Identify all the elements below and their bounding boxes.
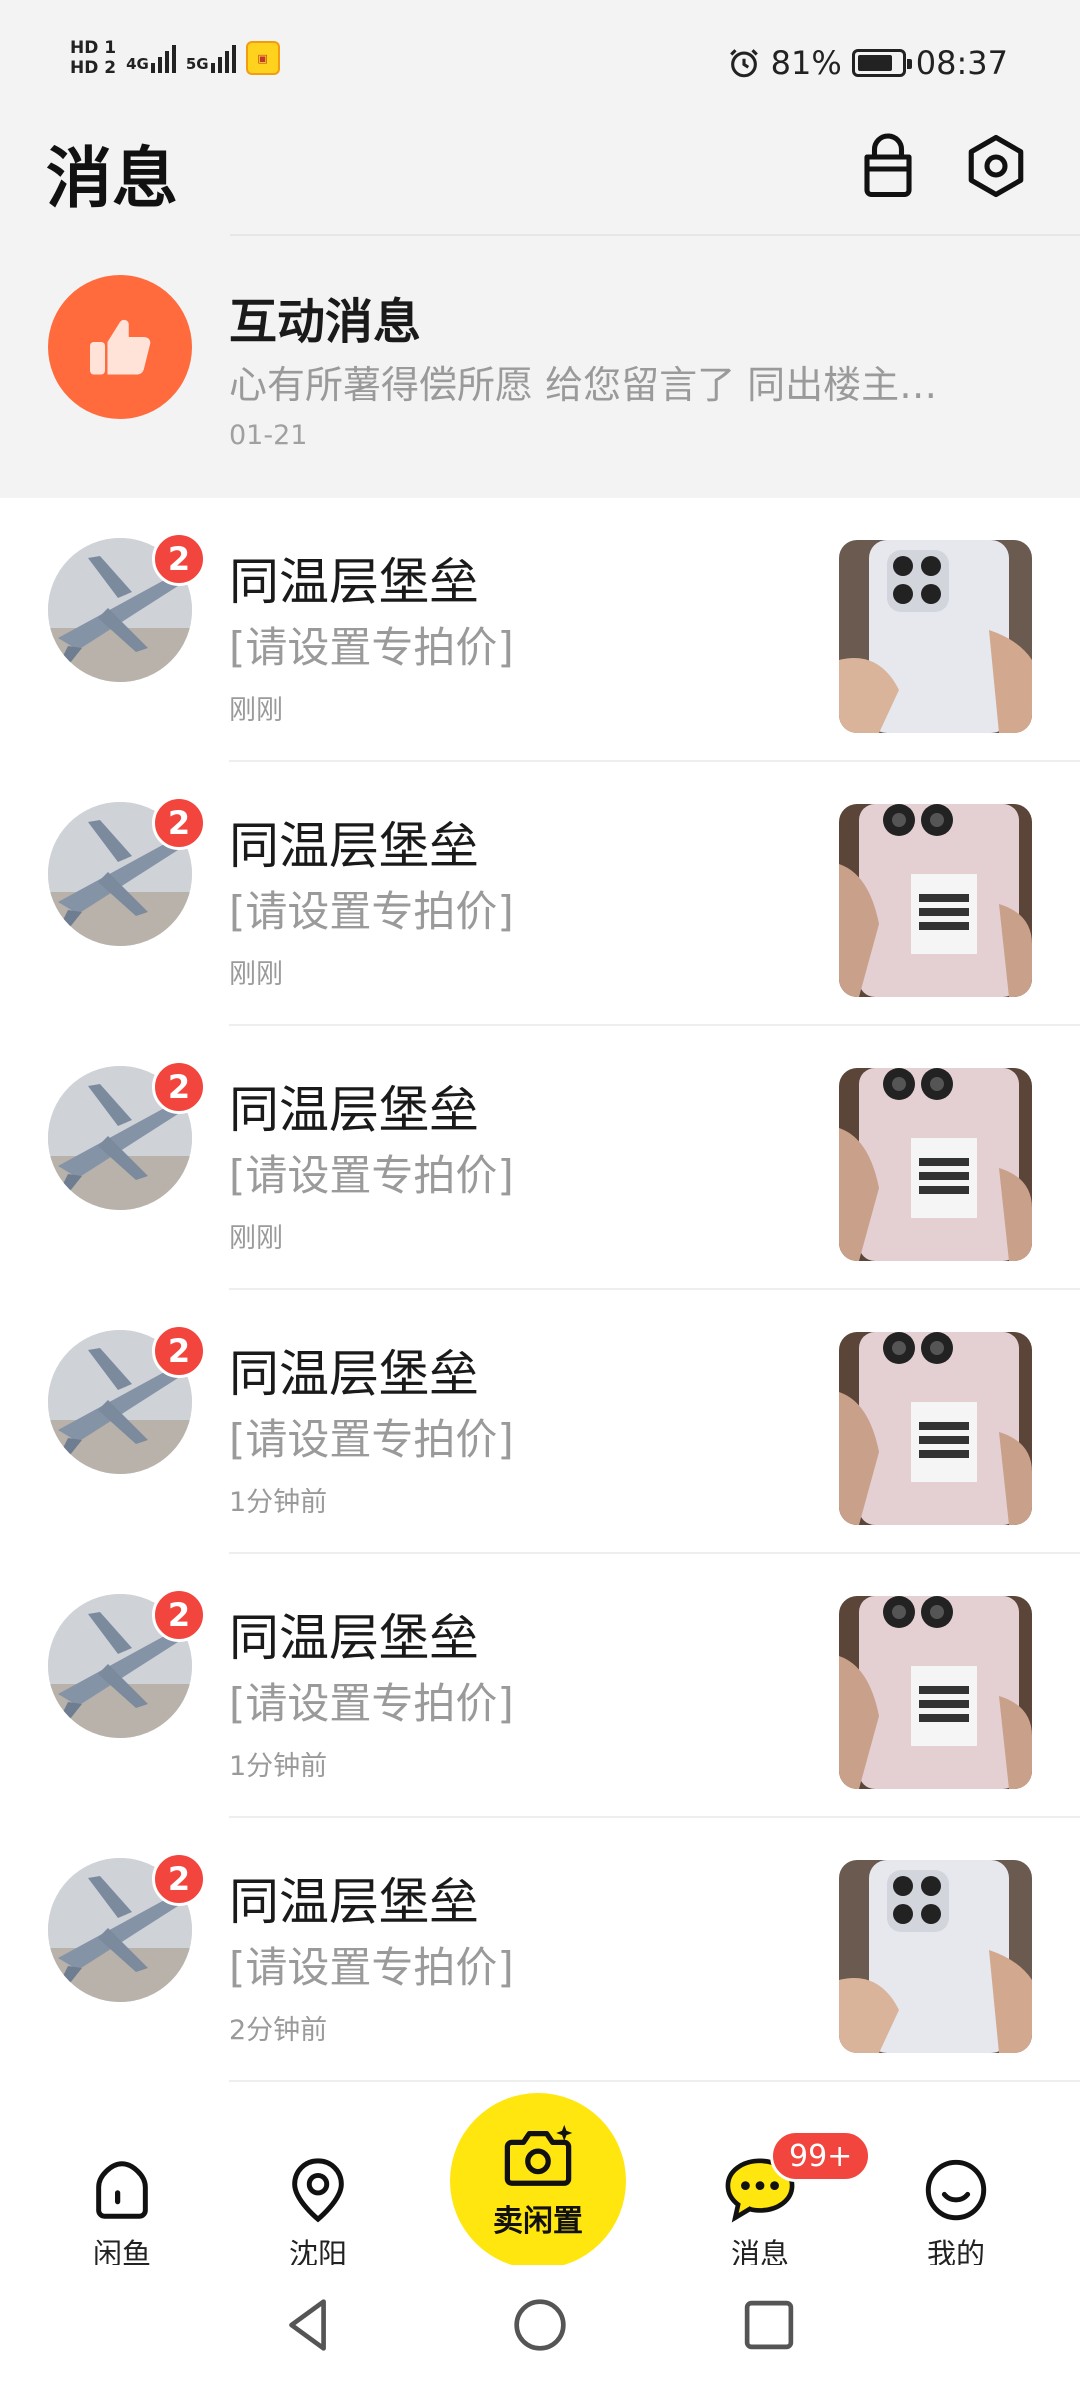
product-thumbnail[interactable] bbox=[839, 1596, 1032, 1789]
chat-row[interactable]: 2 同温层堡垒 [请设置专拍价] 1分钟前 bbox=[0, 1290, 1080, 1554]
battery-percent: 81% bbox=[770, 44, 842, 82]
hd1-label: HD 1 bbox=[70, 38, 117, 58]
product-thumbnail[interactable] bbox=[839, 1068, 1032, 1261]
chat-message: [请设置专拍价] bbox=[229, 623, 514, 672]
net2-label: 5G bbox=[185, 55, 209, 73]
chat-message: [请设置专拍价] bbox=[229, 1943, 514, 1992]
page-title: 消息 bbox=[46, 140, 178, 217]
chat-name: 同温层堡垒 bbox=[229, 1081, 479, 1139]
interaction-title: 互动消息 bbox=[229, 294, 422, 350]
nav-home[interactable]: 闲鱼 bbox=[62, 2155, 182, 2273]
unread-badge: 2 bbox=[152, 1324, 206, 1378]
chat-row[interactable]: 2 同温层堡垒 [请设置专拍价] 刚刚 bbox=[0, 762, 1080, 1026]
thumbs-up-avatar bbox=[48, 275, 192, 419]
unread-badge: 2 bbox=[152, 1852, 206, 1906]
chat-name: 同温层堡垒 bbox=[229, 1609, 479, 1667]
chat-row[interactable]: 2 同温层堡垒 [请设置专拍价] 2分钟前 bbox=[0, 1818, 1080, 2082]
row-divider bbox=[229, 2080, 1080, 2082]
interaction-date: 01-21 bbox=[229, 420, 308, 451]
recents-icon[interactable] bbox=[734, 2290, 804, 2360]
settings-icon[interactable] bbox=[960, 130, 1032, 202]
thumbs-up-icon bbox=[90, 319, 151, 375]
battery-icon bbox=[851, 49, 912, 77]
app-notification-icon: ▣ bbox=[245, 41, 280, 75]
status-left: HD 1 HD 2 4G 5G ▣ bbox=[70, 38, 280, 78]
chat-time: 刚刚 bbox=[229, 1223, 283, 1254]
chat-message: [请设置专拍价] bbox=[229, 1679, 514, 1728]
nav-mine[interactable]: 我的 bbox=[896, 2155, 1016, 2273]
unread-badge: 2 bbox=[152, 532, 206, 586]
net1-label: 4G bbox=[126, 55, 149, 73]
chat-time: 1分钟前 bbox=[229, 1751, 328, 1782]
page-header: 消息 bbox=[0, 120, 1080, 235]
chat-message: [请设置专拍价] bbox=[229, 887, 514, 936]
nav-city[interactable]: 沈阳 bbox=[258, 2155, 378, 2273]
interaction-messages-row[interactable]: 互动消息 心有所薯得偿所愿 给您留言了 同出楼主… 01-21 bbox=[0, 236, 1080, 498]
clock: 08:37 bbox=[915, 44, 1008, 82]
chat-name: 同温层堡垒 bbox=[229, 553, 479, 611]
chat-list: 2 同温层堡垒 [请设置专拍价] 刚刚 2 同温层堡垒 [请设置专拍价] 刚刚 bbox=[0, 498, 1080, 2082]
product-phone-pink-image bbox=[839, 1332, 1032, 1525]
signal-4g: 4G bbox=[126, 43, 176, 73]
chat-row[interactable]: 2 同温层堡垒 [请设置专拍价] 刚刚 bbox=[0, 498, 1080, 762]
alarm-icon bbox=[729, 49, 758, 78]
product-phone-pink-image bbox=[839, 804, 1032, 997]
chat-time: 刚刚 bbox=[229, 959, 283, 990]
chat-message: [请设置专拍价] bbox=[229, 1151, 514, 1200]
sell-button[interactable]: 卖闲置 bbox=[450, 2093, 626, 2269]
product-thumbnail[interactable] bbox=[839, 1860, 1032, 2053]
chat-name: 同温层堡垒 bbox=[229, 1345, 479, 1403]
location-icon bbox=[292, 2158, 344, 2223]
product-phone-white-image bbox=[839, 540, 1032, 733]
chat-message: [请设置专拍价] bbox=[229, 1415, 514, 1464]
bag-icon[interactable] bbox=[852, 130, 924, 202]
home-icon bbox=[96, 2161, 148, 2219]
status-right: 81% 08:37 bbox=[727, 44, 1008, 82]
back-icon[interactable] bbox=[274, 2290, 344, 2360]
messages-badge: 99+ bbox=[770, 2130, 872, 2182]
product-phone-white-image bbox=[839, 1860, 1032, 2053]
product-thumbnail[interactable] bbox=[839, 804, 1032, 997]
chat-time: 刚刚 bbox=[229, 695, 283, 726]
hd2-label: HD 2 bbox=[70, 58, 117, 78]
signal-bars-icon bbox=[150, 43, 176, 73]
camera-sparkle-icon bbox=[504, 2124, 573, 2186]
chat-time: 1分钟前 bbox=[229, 1487, 328, 1518]
unread-badge: 2 bbox=[152, 1588, 206, 1642]
smile-icon bbox=[925, 2159, 987, 2221]
chat-row[interactable]: 2 同温层堡垒 [请设置专拍价] 刚刚 bbox=[0, 1026, 1080, 1290]
status-bar: HD 1 HD 2 4G 5G ▣ 81% 08:37 bbox=[0, 0, 1080, 120]
unread-badge: 2 bbox=[152, 796, 206, 850]
home-circle-icon[interactable] bbox=[505, 2290, 575, 2360]
hd-indicator: HD 1 HD 2 bbox=[70, 38, 116, 78]
system-nav-bar bbox=[0, 2265, 1080, 2388]
product-phone-pink-image bbox=[839, 1596, 1032, 1789]
signal-bars-icon bbox=[210, 43, 236, 73]
chat-name: 同温层堡垒 bbox=[229, 817, 479, 875]
sell-label: 卖闲置 bbox=[493, 2204, 583, 2239]
product-phone-pink-image bbox=[839, 1068, 1032, 1261]
chat-time: 2分钟前 bbox=[229, 2015, 328, 2046]
product-thumbnail[interactable] bbox=[839, 1332, 1032, 1525]
unread-badge: 2 bbox=[152, 1060, 206, 1114]
interaction-preview: 心有所薯得偿所愿 给您留言了 同出楼主… bbox=[229, 363, 938, 407]
signal-5g: 5G bbox=[186, 43, 236, 73]
product-thumbnail[interactable] bbox=[839, 540, 1032, 733]
chat-row[interactable]: 2 同温层堡垒 [请设置专拍价] 1分钟前 bbox=[0, 1554, 1080, 1818]
chat-name: 同温层堡垒 bbox=[229, 1873, 479, 1931]
